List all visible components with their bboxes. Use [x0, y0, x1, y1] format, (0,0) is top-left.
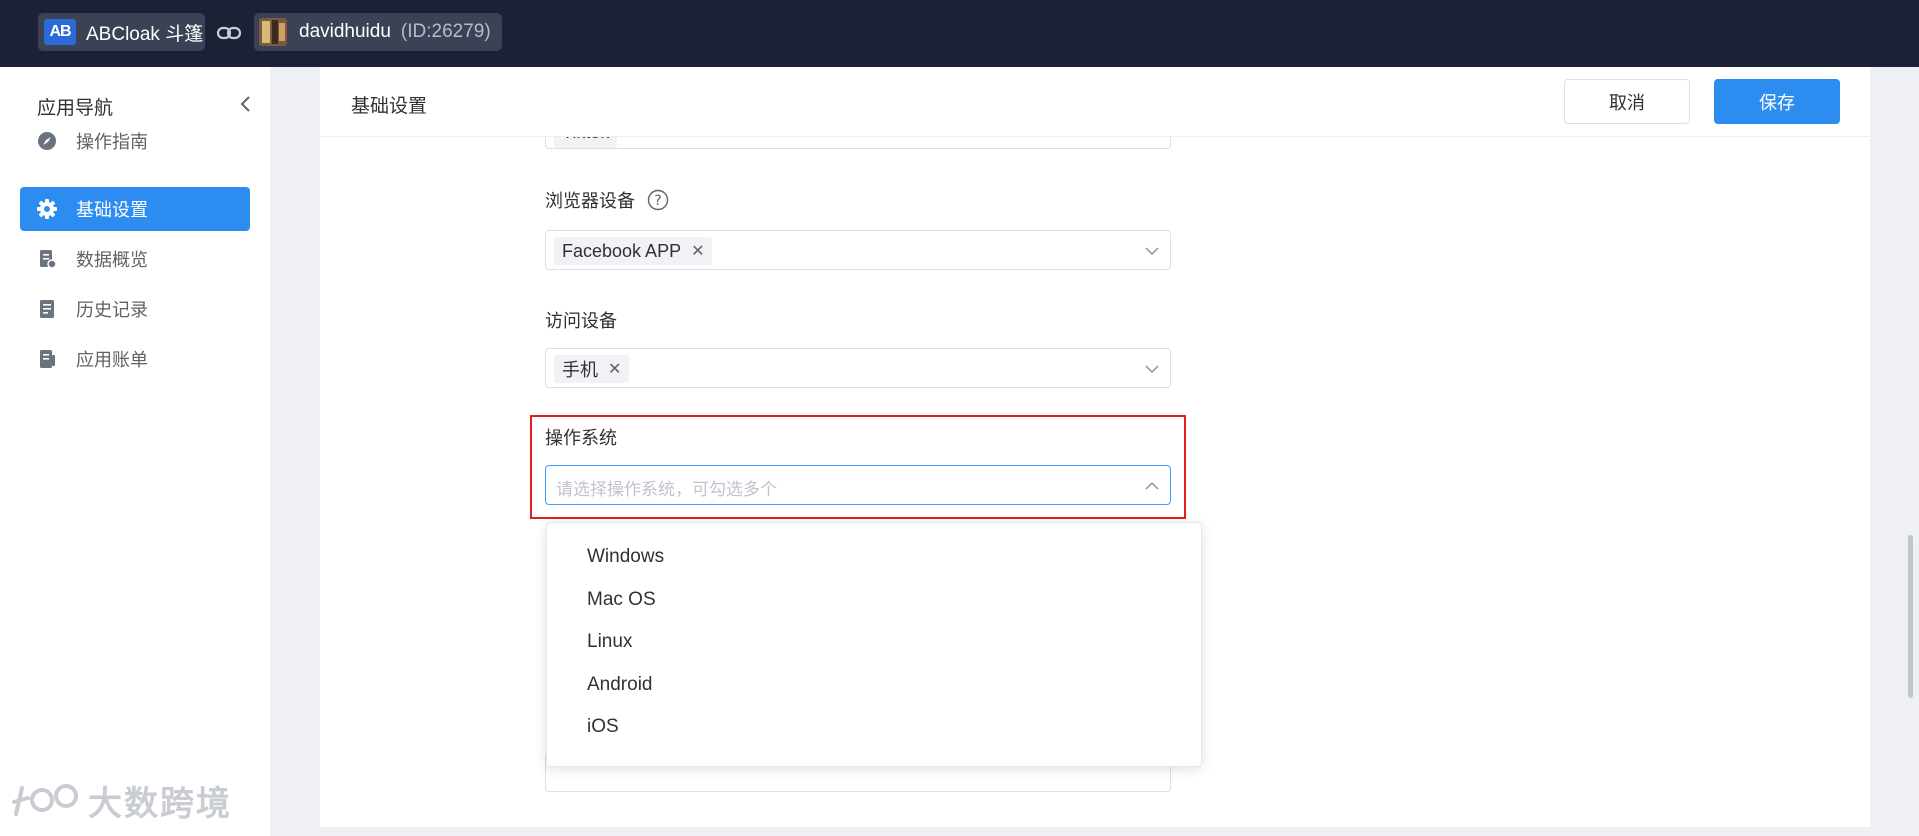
watermark: 大数跨境	[10, 775, 232, 825]
page-header: 基础设置 取消 保存	[320, 67, 1870, 137]
os-select[interactable]: 请选择操作系统，可勾选多个	[545, 465, 1171, 505]
tag-close-icon[interactable]: ✕	[691, 241, 704, 261]
collapse-sidebar-icon[interactable]	[236, 93, 256, 115]
os-option-ios[interactable]: iOS	[547, 709, 1201, 745]
save-button[interactable]: 保存	[1714, 79, 1840, 124]
os-dropdown: Windows Mac OS Linux Android iOS	[546, 522, 1202, 767]
sidebar-item-guide[interactable]: 操作指南	[20, 119, 250, 163]
tag: Facebook APP ✕	[554, 237, 713, 265]
cancel-button[interactable]: 取消	[1564, 79, 1690, 124]
sidebar-item-label: 操作指南	[76, 132, 148, 152]
os-option-android[interactable]: Android	[547, 667, 1201, 703]
link-icon	[216, 26, 242, 40]
sidebar: 应用导航 操作指南 基础设置 数据概览 历史记录 应用账单 大数跨境	[0, 67, 270, 836]
chevron-down-icon	[1145, 247, 1159, 256]
app-logo: AB	[44, 19, 76, 45]
sidebar-item-label: 应用账单	[76, 350, 148, 370]
os-option-linux[interactable]: Linux	[547, 624, 1201, 660]
data-doc-icon	[36, 248, 58, 270]
bill-doc-icon	[36, 348, 58, 370]
app-switcher[interactable]: AB ABCloak 斗篷	[38, 13, 205, 51]
watermark-logo-icon	[12, 784, 78, 816]
app-name: ABCloak 斗篷	[86, 23, 204, 45]
history-doc-icon	[36, 298, 58, 320]
chevron-up-icon	[1145, 481, 1159, 490]
field-label-text: 浏览器设备	[545, 191, 635, 211]
tag-label: Facebook APP	[562, 240, 682, 261]
user-id: (ID:26279)	[400, 21, 491, 42]
main-panel: 基础设置 取消 保存 Tiktok 浏览器设备 ? Facebook APP ✕…	[320, 67, 1870, 827]
browser-device-label: 浏览器设备 ?	[545, 187, 669, 213]
os-option-windows[interactable]: Windows	[547, 539, 1201, 575]
sidebar-item-basic-settings[interactable]: 基础设置	[20, 187, 250, 231]
sidebar-item-data-overview[interactable]: 数据概览	[20, 237, 250, 281]
tag-close-icon[interactable]: ✕	[608, 359, 621, 379]
sidebar-item-history[interactable]: 历史记录	[20, 287, 250, 331]
gear-icon	[36, 198, 58, 220]
os-option-macos[interactable]: Mac OS	[547, 582, 1201, 618]
user-account-chip[interactable]: davidhuidu (ID:26279)	[254, 13, 502, 51]
browser-device-select[interactable]: Facebook APP ✕	[545, 230, 1171, 270]
tag-label: 手机	[562, 360, 598, 380]
user-name: davidhuidu	[299, 21, 391, 42]
avatar	[259, 18, 287, 46]
sidebar-item-label: 历史记录	[76, 300, 148, 320]
sidebar-item-label: 基础设置	[76, 200, 148, 220]
page-scrollbar[interactable]	[1908, 535, 1913, 698]
tag: 手机 ✕	[554, 355, 630, 383]
help-icon[interactable]: ?	[647, 189, 669, 211]
top-bar: AB ABCloak 斗篷 davidhuidu (ID:26279)	[0, 0, 1919, 67]
os-label: 操作系统	[545, 424, 617, 450]
field-label-text: 访问设备	[545, 311, 617, 331]
sidebar-item-label: 数据概览	[76, 250, 148, 270]
access-device-select[interactable]: 手机 ✕	[545, 348, 1171, 388]
page-title: 基础设置	[351, 96, 428, 117]
sidebar-item-billing[interactable]: 应用账单	[20, 337, 250, 381]
sidebar-title: 应用导航	[37, 98, 114, 119]
access-device-label: 访问设备	[545, 307, 617, 333]
compass-icon	[36, 130, 58, 152]
svg-text:?: ?	[654, 193, 661, 209]
watermark-text: 大数跨境	[88, 784, 232, 823]
field-label-text: 操作系统	[545, 428, 617, 448]
os-select-placeholder: 请选择操作系统，可勾选多个	[556, 480, 777, 499]
chevron-down-icon	[1145, 365, 1159, 374]
